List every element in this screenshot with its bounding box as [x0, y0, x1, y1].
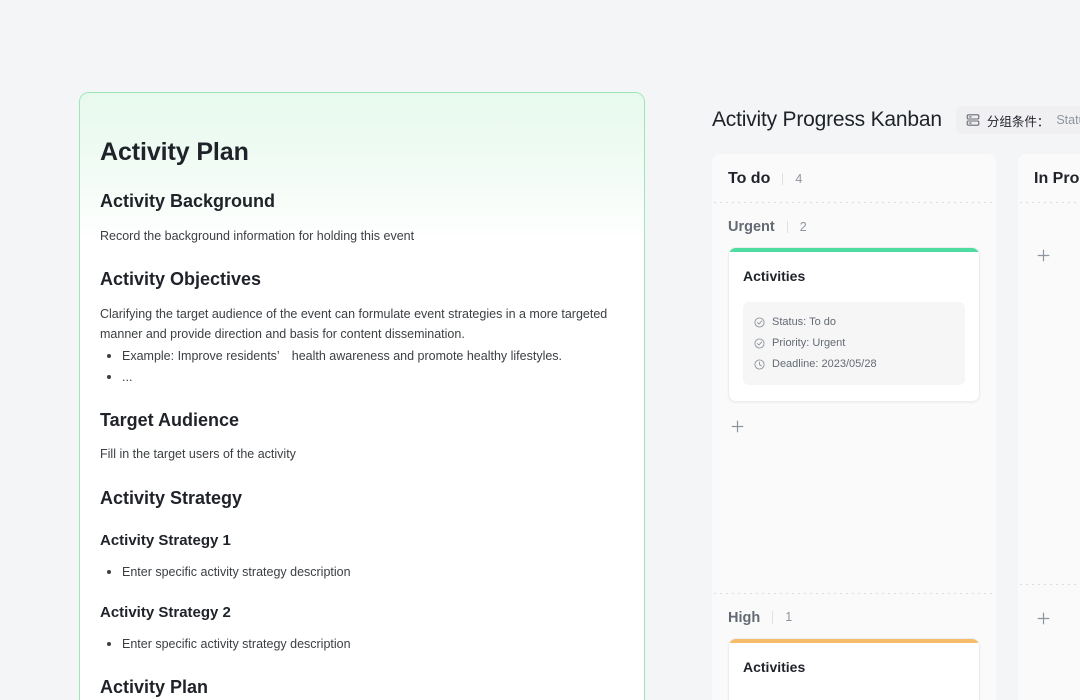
column-count: 4 — [782, 173, 802, 186]
list-item: Enter specific activity strategy descrip… — [100, 634, 618, 654]
group-condition-button[interactable]: 分组条件： Statu — [955, 106, 1080, 134]
kanban-panel: Activity Progress Kanban 分组条件： Statu To … — [690, 92, 1080, 700]
group-header: High 1 — [728, 594, 980, 638]
card-body-spacer — [743, 693, 965, 700]
group-condition-value: Statu — [1056, 113, 1080, 127]
add-card-button-urgent[interactable] — [726, 416, 748, 438]
kanban-group-high: High 1 Activities — [712, 594, 996, 700]
kanban-card[interactable]: Activities — [728, 637, 980, 700]
check-circle-icon — [754, 317, 765, 328]
clock-icon — [754, 359, 765, 370]
card-title: Activities — [743, 268, 806, 284]
group-count: 1 — [772, 611, 792, 624]
document-title: Activity Plan — [100, 138, 249, 166]
activity-plan-document-panel[interactable]: Activity Plan Activity Background Record… — [79, 92, 645, 700]
kanban-board: To do 4 Urgent 2 Activities Status: To d… — [690, 154, 1080, 700]
list-activity-strategy-2: Enter specific activity strategy descrip… — [100, 634, 618, 654]
text-activity-background: Record the background information for ho… — [100, 228, 415, 243]
kanban-header: Activity Progress Kanban 分组条件： Statu — [690, 92, 1080, 148]
card-body: Activities Status: To do Priority: Urgen… — [729, 252, 979, 401]
card-meta-box: Status: To do Priority: Urgent Deadline:… — [743, 302, 965, 385]
card-meta-status-text: Status: To do — [772, 316, 837, 328]
column-title: To do — [728, 170, 771, 187]
card-meta-status: Status: To do — [754, 312, 955, 333]
plus-icon — [731, 420, 743, 433]
group-title: Urgent — [728, 219, 775, 235]
kanban-group-urgent: Urgent 2 Activities Status: To do Priori… — [712, 203, 996, 402]
list-activity-objectives: Example: Improve residents’ health aware… — [100, 346, 618, 387]
column-divider — [1020, 202, 1080, 203]
group-condition-label: 分组条件： — [986, 114, 1050, 129]
card-body: Activities — [729, 643, 979, 700]
list-activity-strategy-1: Enter specific activity strategy descrip… — [100, 562, 618, 582]
kanban-column-in-progress[interactable]: In Progr — [1018, 154, 1080, 700]
heading-target-audience: Target Audience — [100, 409, 240, 430]
column-title: In Progr — [1034, 170, 1080, 187]
plus-icon — [1037, 612, 1049, 624]
document-content: Activity Plan Activity Background Record… — [80, 93, 644, 699]
list-item: Example: Improve residents’ health aware… — [100, 346, 618, 366]
column-header: To do 4 — [712, 154, 996, 202]
heading-activity-strategy-1: Activity Strategy 1 — [100, 532, 231, 550]
group-title: High — [728, 609, 761, 626]
check-circle-icon — [754, 338, 765, 349]
kanban-column-todo[interactable]: To do 4 Urgent 2 Activities Status: To d… — [712, 154, 996, 700]
list-item: ... — [100, 367, 618, 387]
kanban-title: Activity Progress Kanban — [712, 108, 942, 131]
card-meta-priority: Priority: Urgent — [754, 333, 955, 354]
card-title: Activities — [743, 658, 806, 675]
list-item: Enter specific activity strategy descrip… — [100, 562, 618, 582]
group-divider — [1020, 584, 1080, 585]
heading-activity-objectives: Activity Objectives — [100, 269, 262, 290]
heading-activity-plan: Activity Plan — [100, 676, 209, 697]
heading-activity-strategy: Activity Strategy — [100, 487, 243, 508]
card-meta-priority-text: Priority: Urgent — [772, 336, 846, 349]
card-meta-deadline: Deadline: 2023/05/28 — [754, 354, 955, 375]
add-card-button-in-progress-2[interactable] — [1032, 607, 1054, 629]
kanban-card[interactable]: Activities Status: To do Priority: Urgen… — [728, 247, 980, 402]
group-header: Urgent 2 — [728, 203, 980, 247]
group-count: 2 — [786, 221, 807, 234]
text-activity-objectives: Clarifying the target audience of the ev… — [100, 306, 608, 341]
add-card-button-in-progress-1[interactable] — [1032, 244, 1054, 266]
heading-activity-strategy-2: Activity Strategy 2 — [100, 604, 231, 622]
plus-icon — [1037, 249, 1049, 261]
group-rows-icon — [966, 114, 980, 126]
heading-activity-background: Activity Background — [100, 191, 276, 212]
card-meta-deadline-text: Deadline: 2023/05/28 — [772, 357, 877, 370]
text-target-audience: Fill in the target users of the activity — [100, 447, 296, 462]
column-header: In Progr — [1018, 154, 1080, 202]
